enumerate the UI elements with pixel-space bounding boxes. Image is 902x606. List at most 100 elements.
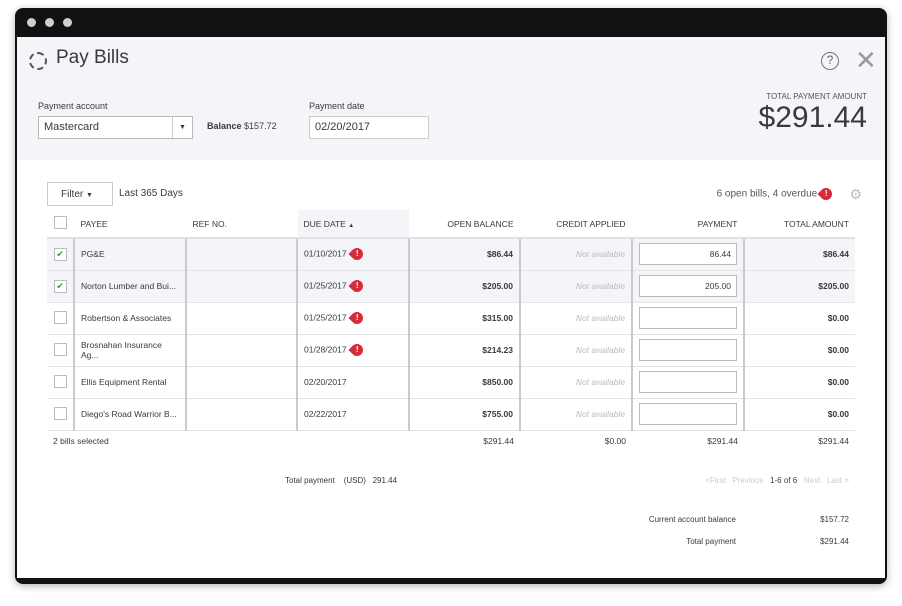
chevron-down-icon[interactable]: ▼ [172,117,192,138]
col-due-date[interactable]: DUE DATE ▲ [296,210,409,239]
payment-input[interactable]: 86.44 [639,243,737,266]
ref-no [185,398,297,431]
balance-text: Balance $157.72 [207,121,277,131]
col-open-balance[interactable]: OPEN BALANCE [408,210,520,239]
row-checkbox[interactable] [53,406,67,420]
balance-value: $157.72 [244,121,277,131]
payment-input[interactable] [639,403,737,425]
header-panel: Pay Bills ? ✕ Payment account Mastercard… [17,37,885,160]
balance-label: Balance [207,121,242,131]
credit-applied: Not available [519,302,632,335]
payment-input[interactable] [639,371,737,393]
payment-account-label: Payment account [38,101,108,111]
open-balance: $850.00 [408,366,520,399]
window-dot-icon[interactable] [45,18,54,27]
row-checkbox[interactable]: ✔ [53,279,67,293]
overdue-glyph: ! [355,280,359,290]
total-payment-summary-label: Total payment [686,537,736,546]
credit-applied: Not available [519,334,632,367]
total-payment-line: Total payment (USD) 291.44 [285,476,397,485]
col-payment[interactable]: PAYMENT [631,210,744,239]
due-date-value: 01/10/2017 [304,248,347,259]
total-payment-value: 291.44 [372,476,398,485]
overdue-glyph: ! [824,188,828,198]
close-icon[interactable]: ✕ [855,45,877,75]
select-cell [47,398,74,431]
open-balance: $86.44 [408,238,520,271]
due-date: 01/25/2017 ! [296,270,409,303]
payment-date-label: Payment date [309,101,365,111]
payee: Ellis Equipment Rental [73,366,186,399]
col-total-amount[interactable]: TOTAL AMOUNT [743,210,855,239]
due-date: 02/22/2017 [296,398,409,431]
footer-total: $291.44 [744,430,855,452]
overdue-icon: ! [348,309,366,327]
currency: (USD) [343,476,366,485]
table-row[interactable]: ✔ PG&E 01/10/2017 ! $86.44 Not available… [47,238,855,271]
gear-icon[interactable]: ⚙ [849,186,862,203]
row-checkbox[interactable]: ✔ [53,247,67,261]
window-dot-icon[interactable] [27,18,36,27]
payment-cell [631,302,744,335]
payment-input[interactable]: 205.00 [639,275,737,297]
previous-page-link[interactable]: Previous [732,476,763,485]
filter-button[interactable]: Filter ▼ [47,182,113,206]
last-page-link[interactable]: Last > [827,476,849,485]
first-page-link[interactable]: <First [705,476,725,485]
overdue-icon: ! [348,277,366,295]
ref-no [185,302,297,335]
select-all-checkbox[interactable] [53,216,67,229]
chevron-down-icon: ▼ [86,192,93,199]
total-amount: $0.00 [743,398,855,431]
due-date-value: 01/25/2017 [304,280,347,291]
table-row[interactable]: Ellis Equipment Rental 02/20/2017 $850.0… [47,366,855,399]
col-payee[interactable]: PAYEE [73,210,186,239]
overdue-glyph: ! [355,344,359,354]
open-balance: $315.00 [408,302,520,335]
payment-input[interactable] [639,307,737,329]
current-balance-label: Current account balance [648,515,736,524]
bills-selected: 2 bills selected [47,430,297,452]
ref-no [185,238,297,271]
overdue-icon: ! [348,341,366,359]
due-date: 01/10/2017 ! [296,238,409,271]
col-credit-applied[interactable]: CREDIT APPLIED [519,210,632,239]
payment-account-select[interactable]: Mastercard ▼ [38,116,193,139]
col-due-date-label: DUE DATE [303,218,346,229]
total-payment-amount-label: TOTAL PAYMENT AMOUNT [766,92,867,101]
due-date: 01/25/2017 ! [296,302,409,335]
select-cell: ✔ [47,238,74,271]
select-cell: ✔ [47,270,74,303]
select-all-cell [47,210,74,239]
page-range: 1-6 of 6 [770,476,798,485]
ref-no [185,270,297,303]
help-icon[interactable]: ? [821,52,839,70]
row-checkbox[interactable] [53,310,67,324]
footer-credit: $0.00 [520,430,632,452]
payee: Brosnahan Insurance Ag... [73,334,186,367]
payee: Robertson & Associates [73,302,186,335]
payment-cell [631,334,744,367]
table-row[interactable]: Brosnahan Insurance Ag... 01/28/2017 ! $… [47,334,855,367]
payee: Diego's Road Warrior B... [73,398,186,431]
next-page-link[interactable]: Next [804,476,820,485]
col-ref[interactable]: REF NO. [185,210,297,239]
table-row[interactable]: ✔ Norton Lumber and Bui... 01/25/2017 ! … [47,270,855,303]
payment-cell: 86.44 [631,238,744,271]
payment-cell [631,398,744,431]
footer-open: $291.44 [409,430,520,452]
window-dot-icon[interactable] [63,18,72,27]
row-checkbox[interactable] [53,374,67,388]
table-row[interactable]: Diego's Road Warrior B... 02/22/2017 $75… [47,398,855,431]
row-checkbox[interactable] [53,342,67,356]
total-amount: $0.00 [743,366,855,399]
select-cell [47,366,74,399]
table-row[interactable]: Robertson & Associates 01/25/2017 ! $315… [47,302,855,335]
payment-date-input[interactable]: 02/20/2017 [309,116,429,139]
payment-input[interactable] [639,339,737,361]
overdue-glyph: ! [355,249,359,259]
select-cell [47,302,74,335]
check-icon: ✔ [56,248,64,259]
select-cell [47,334,74,367]
credit-applied: Not available [519,398,632,431]
